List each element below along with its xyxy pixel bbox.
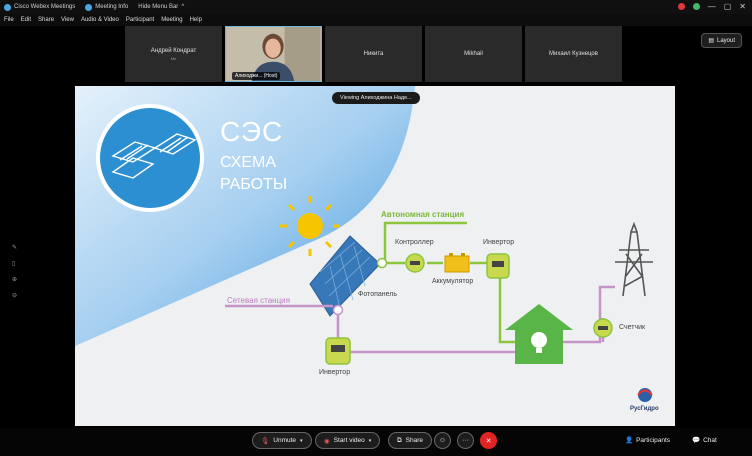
title-bar: Cisco Webex Meetings Meeting Info Hide M… — [0, 0, 752, 14]
meeting-controls: 🎙 Unmute ▾ ◉ Start video ▾ ⧉ Share ☺ ···… — [0, 428, 752, 456]
end-meeting-button[interactable]: ✕ — [480, 432, 497, 449]
viewing-badge: Viewing Алиходжина Наде... — [332, 92, 420, 104]
share-icon: ⧉ — [397, 436, 402, 444]
window-controls: — ▢ ✕ — [677, 2, 746, 11]
mic-muted-icon: 🎙 — [261, 437, 270, 445]
page-icon[interactable]: ▯ — [12, 260, 17, 267]
app-title: Cisco Webex Meetings — [14, 4, 76, 10]
close-icon: ✕ — [485, 437, 492, 445]
menu-audio-video[interactable]: Audio & Video — [81, 17, 119, 23]
zoom-in-icon[interactable]: ⊕ — [12, 276, 17, 283]
slide-title-2: СХЕМА — [220, 154, 276, 171]
slide-title-1: СЭС — [220, 116, 284, 147]
participant-tile[interactable]: Никита — [325, 26, 422, 82]
menu-view[interactable]: View — [61, 17, 74, 23]
zoom-out-icon[interactable]: ⊖ — [12, 292, 17, 299]
share-button[interactable]: ⧉ Share — [388, 432, 433, 449]
more-options-button[interactable]: ··· — [457, 432, 474, 449]
reactions-button[interactable]: ☺ — [434, 432, 451, 449]
close-icon[interactable]: ✕ — [739, 2, 746, 11]
grid-station-label: Сетевая станция — [227, 296, 290, 305]
brand-label: РусГидро — [630, 406, 659, 412]
power-tower-icon — [615, 221, 653, 297]
menu-share[interactable]: Share — [38, 17, 54, 23]
video-off-icon: ◉ — [324, 437, 330, 445]
rushydro-logo-icon — [637, 388, 653, 402]
participant-tile-host[interactable]: Алиходжи... (Host) — [225, 26, 322, 82]
person-icon: 👤 — [625, 437, 634, 444]
start-video-button[interactable]: ◉ Start video ▾ — [315, 432, 381, 449]
solar-panel-icon — [309, 235, 381, 317]
participants-button[interactable]: 👤 Participants — [625, 436, 670, 445]
autonomous-station-label: Автономная станция — [381, 210, 465, 219]
battery-icon — [444, 253, 470, 273]
app-title-group: Cisco Webex Meetings — [4, 3, 76, 11]
chevron-down-icon: ▾ — [300, 437, 303, 444]
slide-title-3: РАБОТЫ — [220, 176, 287, 193]
info-icon — [85, 3, 93, 11]
menu-edit[interactable]: Edit — [21, 17, 31, 23]
chat-icon: 💬 — [692, 437, 701, 444]
participant-tile[interactable]: Михаил Кузнецов — [525, 26, 622, 82]
controller-label: Контроллер — [395, 239, 434, 246]
participant-tile[interactable]: Mikhail — [425, 26, 522, 82]
chevron-up-icon: ^ — [181, 4, 185, 10]
hide-menu-bar-button[interactable]: Hide Menu Bar ^ — [138, 4, 184, 10]
layout-button[interactable]: ▤ Layout — [701, 33, 742, 48]
inverter-top-label: Инвертор — [483, 239, 515, 246]
connection-icon[interactable] — [692, 3, 700, 10]
shared-slide: СЭС СХЕМА РАБОТЫ Автономная станция Сете… — [75, 86, 675, 426]
ses-logo-icon — [96, 104, 204, 212]
recording-icon[interactable] — [677, 3, 685, 10]
unmute-button[interactable]: 🎙 Unmute ▾ — [252, 432, 312, 449]
side-toolbar: ✎ ▯ ⊕ ⊖ — [12, 244, 17, 299]
inverter-bottom-label: Инвертор — [319, 369, 351, 376]
accumulator-label: Аккумулятор — [432, 278, 474, 285]
house-icon — [505, 304, 573, 364]
panel-label: Фотопанель — [358, 291, 398, 298]
layout-icon: ▤ — [708, 38, 714, 44]
meter-label: Счетчик — [619, 324, 646, 331]
annotate-icon[interactable]: ✎ — [12, 244, 17, 251]
maximize-icon[interactable]: ▢ — [724, 2, 732, 11]
menu-meeting[interactable]: Meeting — [161, 17, 182, 23]
smiley-icon: ☺ — [438, 437, 447, 444]
chat-button[interactable]: 💬 Chat — [692, 436, 717, 445]
chevron-down-icon: ▾ — [368, 437, 372, 444]
webex-icon — [4, 3, 11, 11]
slide-graphic — [75, 86, 653, 402]
menu-help[interactable]: Help — [190, 17, 202, 23]
menu-bar: File Edit Share View Audio & Video Parti… — [0, 14, 752, 26]
menu-file[interactable]: File — [4, 17, 14, 23]
participant-tile[interactable]: Андрей Кондрат Me — [125, 26, 222, 82]
participant-strip: Андрей Кондрат Me Алиходжи... (Host) Ник… — [125, 26, 622, 82]
meeting-info-button[interactable]: Meeting Info — [85, 3, 128, 11]
menu-participant[interactable]: Participant — [126, 17, 154, 23]
minimize-icon[interactable]: — — [708, 2, 716, 11]
